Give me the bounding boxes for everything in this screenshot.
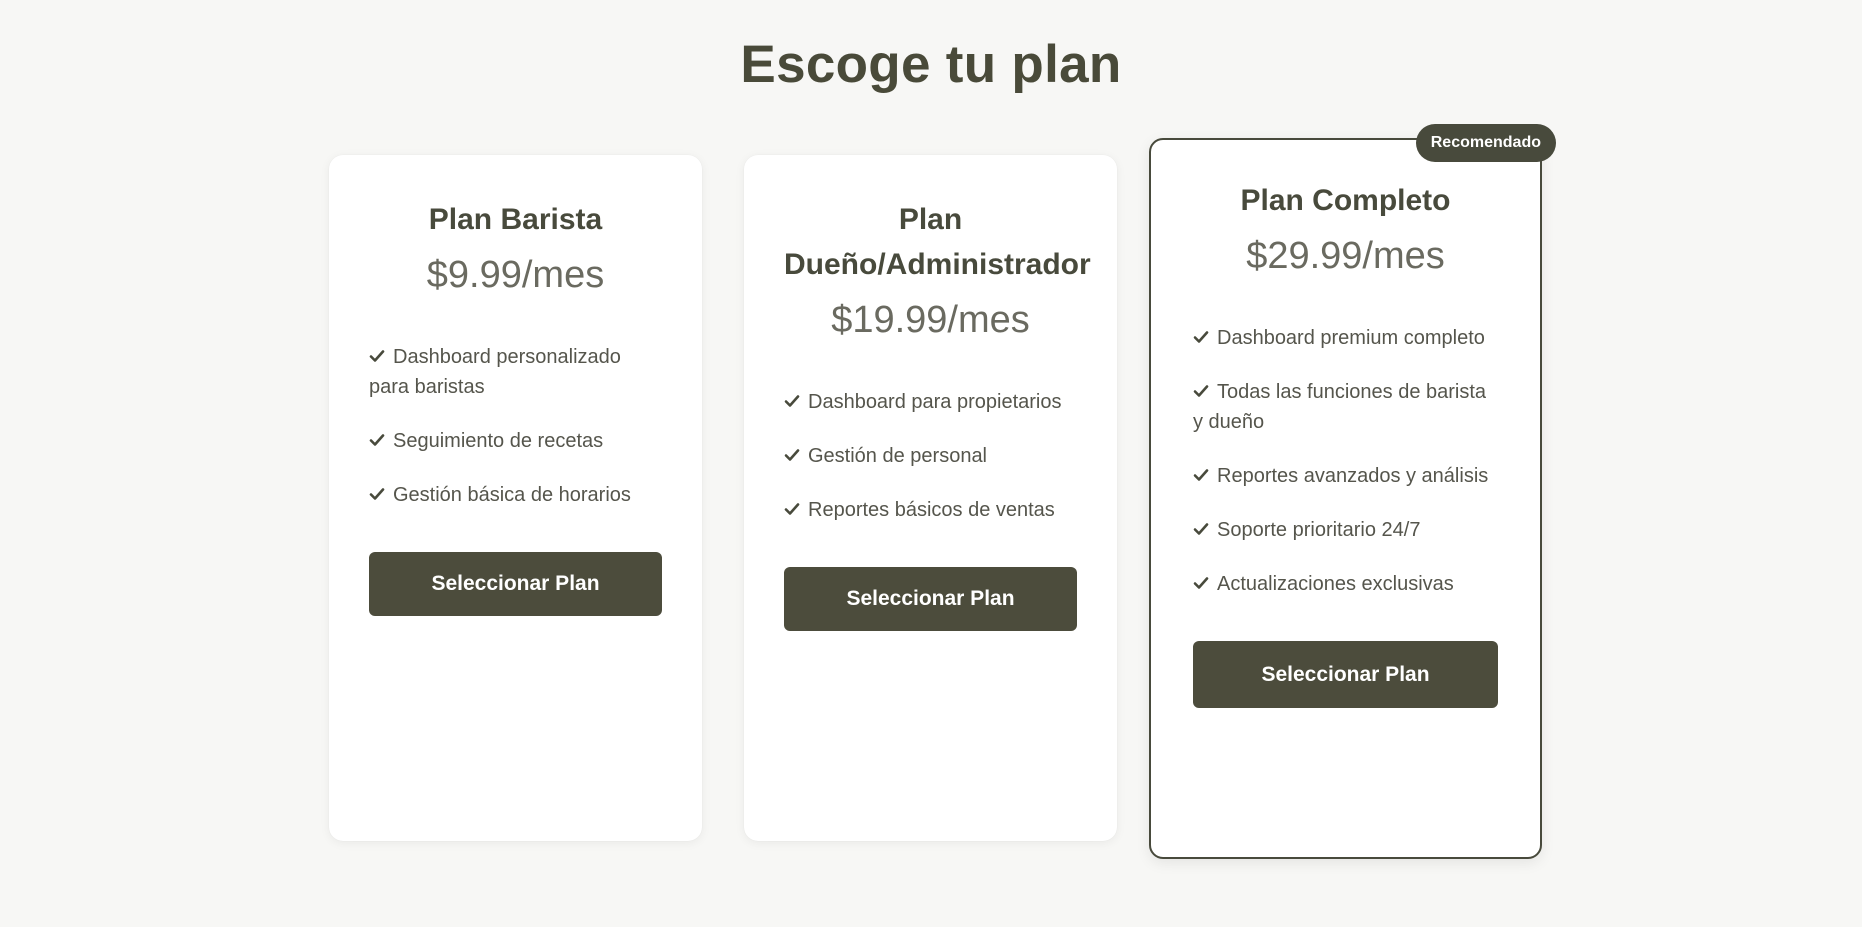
feature-item: Dashboard para propietarios [784,387,1077,417]
feature-text: Soporte prioritario 24/7 [1217,519,1421,541]
feature-list: Dashboard personalizado para baristas Se… [369,342,662,510]
check-icon [1193,521,1209,537]
feature-item: Seguimiento de recetas [369,426,662,456]
plan-price: $29.99/mes [1246,235,1445,277]
plan-name: Plan Dueño/Administrador [784,203,1091,281]
check-icon [1193,383,1209,399]
feature-list: Dashboard para propietarios Gestión de p… [784,387,1077,525]
select-plan-button[interactable]: Seleccionar Plan [369,552,662,616]
select-plan-button[interactable]: Seleccionar Plan [1193,641,1498,708]
recommended-badge: Recomendado [1415,124,1556,162]
page-title: Escoge tu plan [740,35,1122,94]
feature-item: Gestión básica de horarios [369,480,662,510]
plan-card-complete: Recomendado Plan Completo $29.99/mes Das… [1149,124,1556,859]
feature-item: Todas las funciones de barista y dueño [1193,377,1498,437]
feature-item: Dashboard personalizado para baristas [369,342,662,402]
feature-item: Actualizaciones exclusivas [1193,569,1498,599]
plan-name: Plan Barista [428,203,603,236]
feature-item: Soporte prioritario 24/7 [1193,515,1498,545]
plan-price: $9.99/mes [426,254,605,296]
check-icon [369,348,385,364]
feature-text: Gestión de personal [808,445,988,467]
feature-text: Reportes básicos de ventas [808,499,1055,521]
check-icon [369,432,385,448]
plan-card-barista: Plan Barista $9.99/mes Dashboard persona… [329,155,702,841]
plan-card-owner: Plan Dueño/Administrador $19.99/mes Dash… [744,155,1117,841]
feature-text: Dashboard personalizado para baristas [369,346,621,398]
check-icon [784,447,800,463]
feature-text: Dashboard para propietarios [808,391,1062,413]
check-icon [1193,467,1209,483]
feature-item: Gestión de personal [784,441,1077,471]
check-icon [784,393,800,409]
check-icon [369,486,385,502]
feature-text: Reportes avanzados y análisis [1217,465,1489,487]
check-icon [1193,329,1209,345]
plan-name: Plan Completo [1240,184,1451,217]
select-plan-button[interactable]: Seleccionar Plan [784,567,1077,631]
feature-text: Gestión básica de horarios [393,484,631,506]
feature-item: Dashboard premium completo [1193,323,1498,353]
feature-text: Dashboard premium completo [1217,327,1485,349]
check-icon [784,501,800,517]
feature-item: Reportes básicos de ventas [784,495,1077,525]
feature-text: Seguimiento de recetas [393,430,604,452]
feature-text: Todas las funciones de barista y dueño [1193,381,1487,433]
check-icon [1193,575,1209,591]
plan-price: $19.99/mes [831,299,1030,341]
feature-list: Dashboard premium completo Todas las fun… [1193,323,1498,599]
feature-text: Actualizaciones exclusivas [1217,573,1454,595]
feature-item: Reportes avanzados y análisis [1193,461,1498,491]
